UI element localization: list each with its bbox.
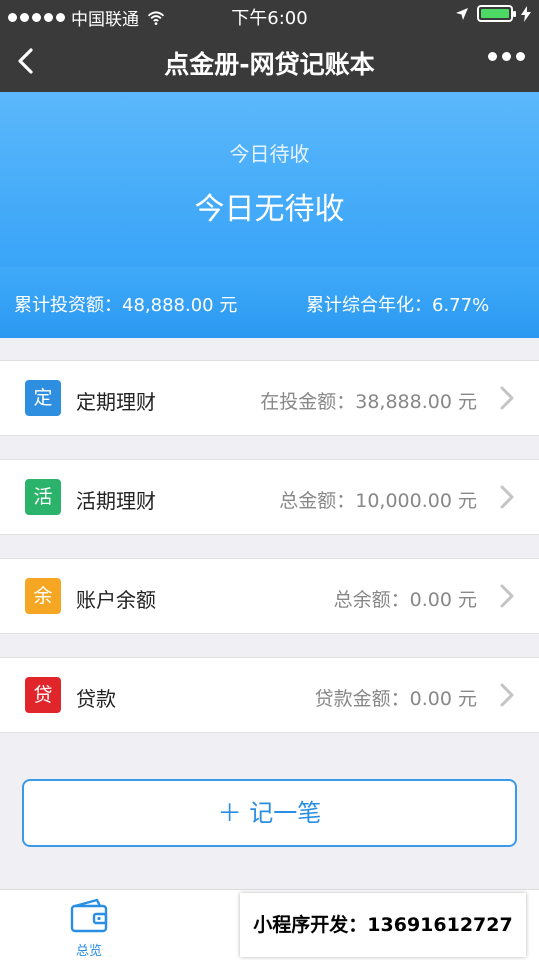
loan-badge-icon: 贷 xyxy=(25,677,61,713)
chevron-right-icon xyxy=(500,485,514,509)
battery-icon xyxy=(477,5,516,22)
promo-banner: 小程序开发：13691612727 xyxy=(240,893,526,957)
tab-overview[interactable]: 总览 xyxy=(58,898,120,959)
location-arrow-icon xyxy=(456,7,468,20)
chevron-right-icon xyxy=(500,683,514,707)
account-amount: 在投金额：38,888.00 元 xyxy=(260,391,477,413)
chevron-right-icon xyxy=(500,386,514,410)
account-title: 账户余额 xyxy=(76,588,156,612)
annual-rate-stat: 累计综合年化：6.77% xyxy=(306,295,490,316)
chevron-right-icon xyxy=(500,584,514,608)
account-amount: 总余额：0.00 元 xyxy=(333,589,477,611)
today-receivable-label: 今日待收 xyxy=(229,142,310,166)
account-amount: 总金额：10,000.00 元 xyxy=(279,490,477,512)
nav-bar: 点金册-网贷记账本 xyxy=(0,30,539,92)
account-row-current[interactable]: 活 活期理财 总金额：10,000.00 元 xyxy=(0,459,539,535)
balance-badge-icon: 余 xyxy=(25,578,61,614)
account-row-balance[interactable]: 余 账户余额 总余额：0.00 元 xyxy=(0,558,539,634)
fixed-badge-icon: 定 xyxy=(25,380,61,416)
status-bar: 中国联通 下午6:00 xyxy=(0,0,539,30)
total-invest-stat: 累计投资额：48,888.00 元 xyxy=(14,295,238,316)
today-receivable-value: 今日无待收 xyxy=(194,192,345,227)
status-right xyxy=(455,5,531,22)
more-menu-icon[interactable] xyxy=(488,52,525,61)
account-amount: 贷款金额：0.00 元 xyxy=(314,688,477,710)
summary-panel: 今日待收 今日无待收 累计投资额：48,888.00 元 累计综合年化：6.77… xyxy=(0,92,539,338)
account-title: 定期理财 xyxy=(76,390,156,414)
charging-icon xyxy=(521,5,531,22)
page-title: 点金册-网贷记账本 xyxy=(164,50,375,79)
account-row-loan[interactable]: 贷 贷款 贷款金额：0.00 元 xyxy=(0,657,539,733)
add-record-button[interactable]: ＋ 记一笔 xyxy=(22,779,517,847)
account-title: 活期理财 xyxy=(76,489,156,513)
account-row-fixed[interactable]: 定 定期理财 在投金额：38,888.00 元 xyxy=(0,360,539,436)
wallet-icon xyxy=(70,898,108,933)
current-badge-icon: 活 xyxy=(25,479,61,515)
tab-overview-label: 总览 xyxy=(75,944,102,959)
summary-stats: 累计投资额：48,888.00 元 累计综合年化：6.77% xyxy=(0,267,539,338)
account-title: 贷款 xyxy=(76,687,116,711)
